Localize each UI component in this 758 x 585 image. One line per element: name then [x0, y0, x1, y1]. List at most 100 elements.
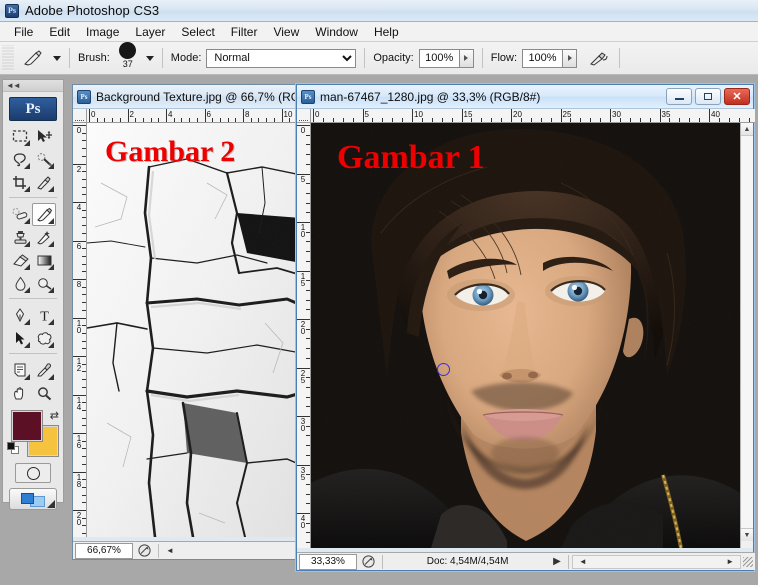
doc-info-icon[interactable]: [357, 555, 379, 568]
flyout-triangle-icon[interactable]: [24, 186, 30, 192]
flyout-triangle-icon[interactable]: [24, 241, 30, 247]
doc1-vertical-ruler[interactable]: 0 2 4 6 8 10 12 14 16 18 20: [73, 123, 87, 537]
tool-slice[interactable]: [32, 171, 56, 194]
tool-dodge[interactable]: [32, 272, 56, 295]
doc2-scroll-down-arrow-icon[interactable]: ▼: [741, 528, 753, 541]
tool-eyedropper[interactable]: [32, 359, 56, 382]
doc2-zoom-field[interactable]: 33,33%: [299, 553, 357, 570]
default-colors-icon[interactable]: [7, 442, 20, 455]
tool-eraser[interactable]: [8, 249, 32, 272]
tool-clone-stamp[interactable]: [8, 226, 32, 249]
flyout-triangle-icon[interactable]: [48, 218, 54, 224]
menu-item-file[interactable]: File: [6, 23, 41, 41]
doc1-status-left-arrow-icon[interactable]: ◄: [162, 546, 178, 555]
doc-info-icon[interactable]: [133, 544, 155, 557]
screen-mode-icon[interactable]: [9, 488, 57, 510]
flyout-triangle-icon[interactable]: [24, 140, 30, 146]
tool-healing-brush[interactable]: [8, 203, 32, 226]
menu-item-layer[interactable]: Layer: [127, 23, 173, 41]
tool-lasso[interactable]: [8, 148, 32, 171]
doc2-vertical-scrollbar[interactable]: ▲ ▼: [740, 123, 753, 548]
flyout-triangle-icon[interactable]: [24, 218, 30, 224]
doc2-vertical-ruler[interactable]: 0 5 10 15 20 25 30 35 40: [297, 123, 311, 548]
collapse-arrows-icon[interactable]: ◄◄: [6, 81, 21, 90]
tool-move[interactable]: [32, 125, 56, 148]
foreground-color-swatch[interactable]: [12, 411, 42, 441]
flow-value[interactable]: 100%: [522, 48, 563, 68]
flyout-triangle-icon[interactable]: [48, 264, 54, 270]
brush-size-preview[interactable]: 37: [115, 42, 141, 69]
doc1-zoom-field[interactable]: 66,67%: [75, 542, 133, 559]
tool-path-selection[interactable]: [8, 327, 32, 350]
flow-stepper[interactable]: 100%: [522, 48, 578, 68]
doc2-horizontal-scrollbar[interactable]: ◄ ►: [571, 554, 742, 569]
doc1-titlebar[interactable]: Ps Background Texture.jpg @ 66,7% (RG: [73, 85, 299, 109]
tool-rectangular-marquee[interactable]: [8, 125, 32, 148]
flyout-triangle-icon[interactable]: [48, 319, 54, 325]
doc2-close-button[interactable]: ✕: [724, 88, 750, 105]
flyout-triangle-icon[interactable]: [48, 342, 54, 348]
tool-history-brush[interactable]: [32, 226, 56, 249]
doc2-canvas[interactable]: Gambar 1: [311, 123, 740, 548]
flyout-triangle-icon[interactable]: [48, 186, 54, 192]
flyout-triangle-icon[interactable]: [24, 342, 30, 348]
doc2-status-flyout-icon[interactable]: ▶: [549, 556, 565, 567]
tool-pen[interactable]: [8, 304, 32, 327]
tool-type[interactable]: T: [32, 304, 56, 327]
doc2-hscroll-right-arrow-icon[interactable]: ►: [722, 557, 738, 566]
doc2-scroll-track[interactable]: [741, 136, 753, 528]
tool-crop[interactable]: [8, 171, 32, 194]
tool-magic-wand[interactable]: [32, 148, 56, 171]
tool-gradient[interactable]: [32, 249, 56, 272]
tool-notes[interactable]: [8, 359, 32, 382]
background-texture-window[interactable]: Ps Background Texture.jpg @ 66,7% (RG 0 2…: [72, 84, 301, 560]
menu-item-filter[interactable]: Filter: [223, 23, 266, 41]
airbrush-icon[interactable]: [587, 50, 611, 67]
doc2-maximize-button[interactable]: [695, 88, 721, 105]
man-photo-window[interactable]: Ps man-67467_1280.jpg @ 33,3% (RGB/8#) ✕…: [296, 84, 755, 571]
opacity-flyout-icon[interactable]: [458, 48, 474, 68]
doc2-resize-grip[interactable]: [743, 556, 754, 567]
menu-item-image[interactable]: Image: [78, 23, 127, 41]
flyout-triangle-icon[interactable]: [24, 374, 30, 380]
flyout-triangle-icon[interactable]: [47, 500, 55, 508]
tool-custom-shape[interactable]: [32, 327, 56, 350]
menu-item-edit[interactable]: Edit: [41, 23, 78, 41]
quick-mask-icon[interactable]: [15, 463, 51, 483]
opacity-value[interactable]: 100%: [418, 48, 459, 68]
flyout-triangle-icon[interactable]: [48, 374, 54, 380]
tool-preset-chevron-down-icon[interactable]: [53, 55, 61, 61]
menu-item-view[interactable]: View: [265, 23, 307, 41]
flyout-triangle-icon[interactable]: [24, 287, 30, 293]
brush-tool-icon[interactable]: [18, 46, 48, 70]
flyout-triangle-icon[interactable]: [24, 163, 30, 169]
toolbox-collapse-bar[interactable]: ◄◄: [3, 80, 63, 92]
flyout-triangle-icon[interactable]: [24, 264, 30, 270]
screen-mode-toggle[interactable]: [3, 488, 63, 510]
doc2-horizontal-ruler[interactable]: 0 5 10 15 20 25 30 35 40: [311, 109, 755, 123]
tool-hand[interactable]: [8, 382, 32, 405]
doc2-hscroll-left-arrow-icon[interactable]: ◄: [575, 557, 591, 566]
tool-zoom[interactable]: [32, 382, 56, 405]
doc2-minimize-button[interactable]: [666, 88, 692, 105]
opacity-stepper[interactable]: 100%: [418, 48, 474, 68]
doc2-titlebar[interactable]: Ps man-67467_1280.jpg @ 33,3% (RGB/8#) ✕: [297, 85, 753, 109]
flyout-triangle-icon[interactable]: [48, 241, 54, 247]
menu-item-select[interactable]: Select: [173, 23, 222, 41]
tool-blur[interactable]: [8, 272, 32, 295]
flow-flyout-icon[interactable]: [562, 48, 578, 68]
blend-mode-select[interactable]: Normal: [206, 48, 357, 68]
swap-colors-icon[interactable]: ⇄: [50, 409, 59, 422]
flyout-triangle-icon[interactable]: [48, 163, 54, 169]
doc1-canvas[interactable]: Gambar 2: [87, 123, 301, 537]
tool-brush[interactable]: [32, 203, 56, 226]
menu-item-window[interactable]: Window: [307, 23, 366, 41]
menu-item-help[interactable]: Help: [366, 23, 407, 41]
doc2-scroll-up-arrow-icon[interactable]: ▲: [741, 123, 753, 136]
doc1-horizontal-ruler[interactable]: 0 2 4 6 8 10: [87, 109, 301, 123]
options-bar-grip[interactable]: [2, 45, 14, 71]
flyout-triangle-icon[interactable]: [24, 319, 30, 325]
brush-chevron-down-icon[interactable]: [145, 55, 154, 61]
flyout-triangle-icon[interactable]: [48, 287, 54, 293]
quick-mask-toggle[interactable]: [3, 463, 63, 483]
